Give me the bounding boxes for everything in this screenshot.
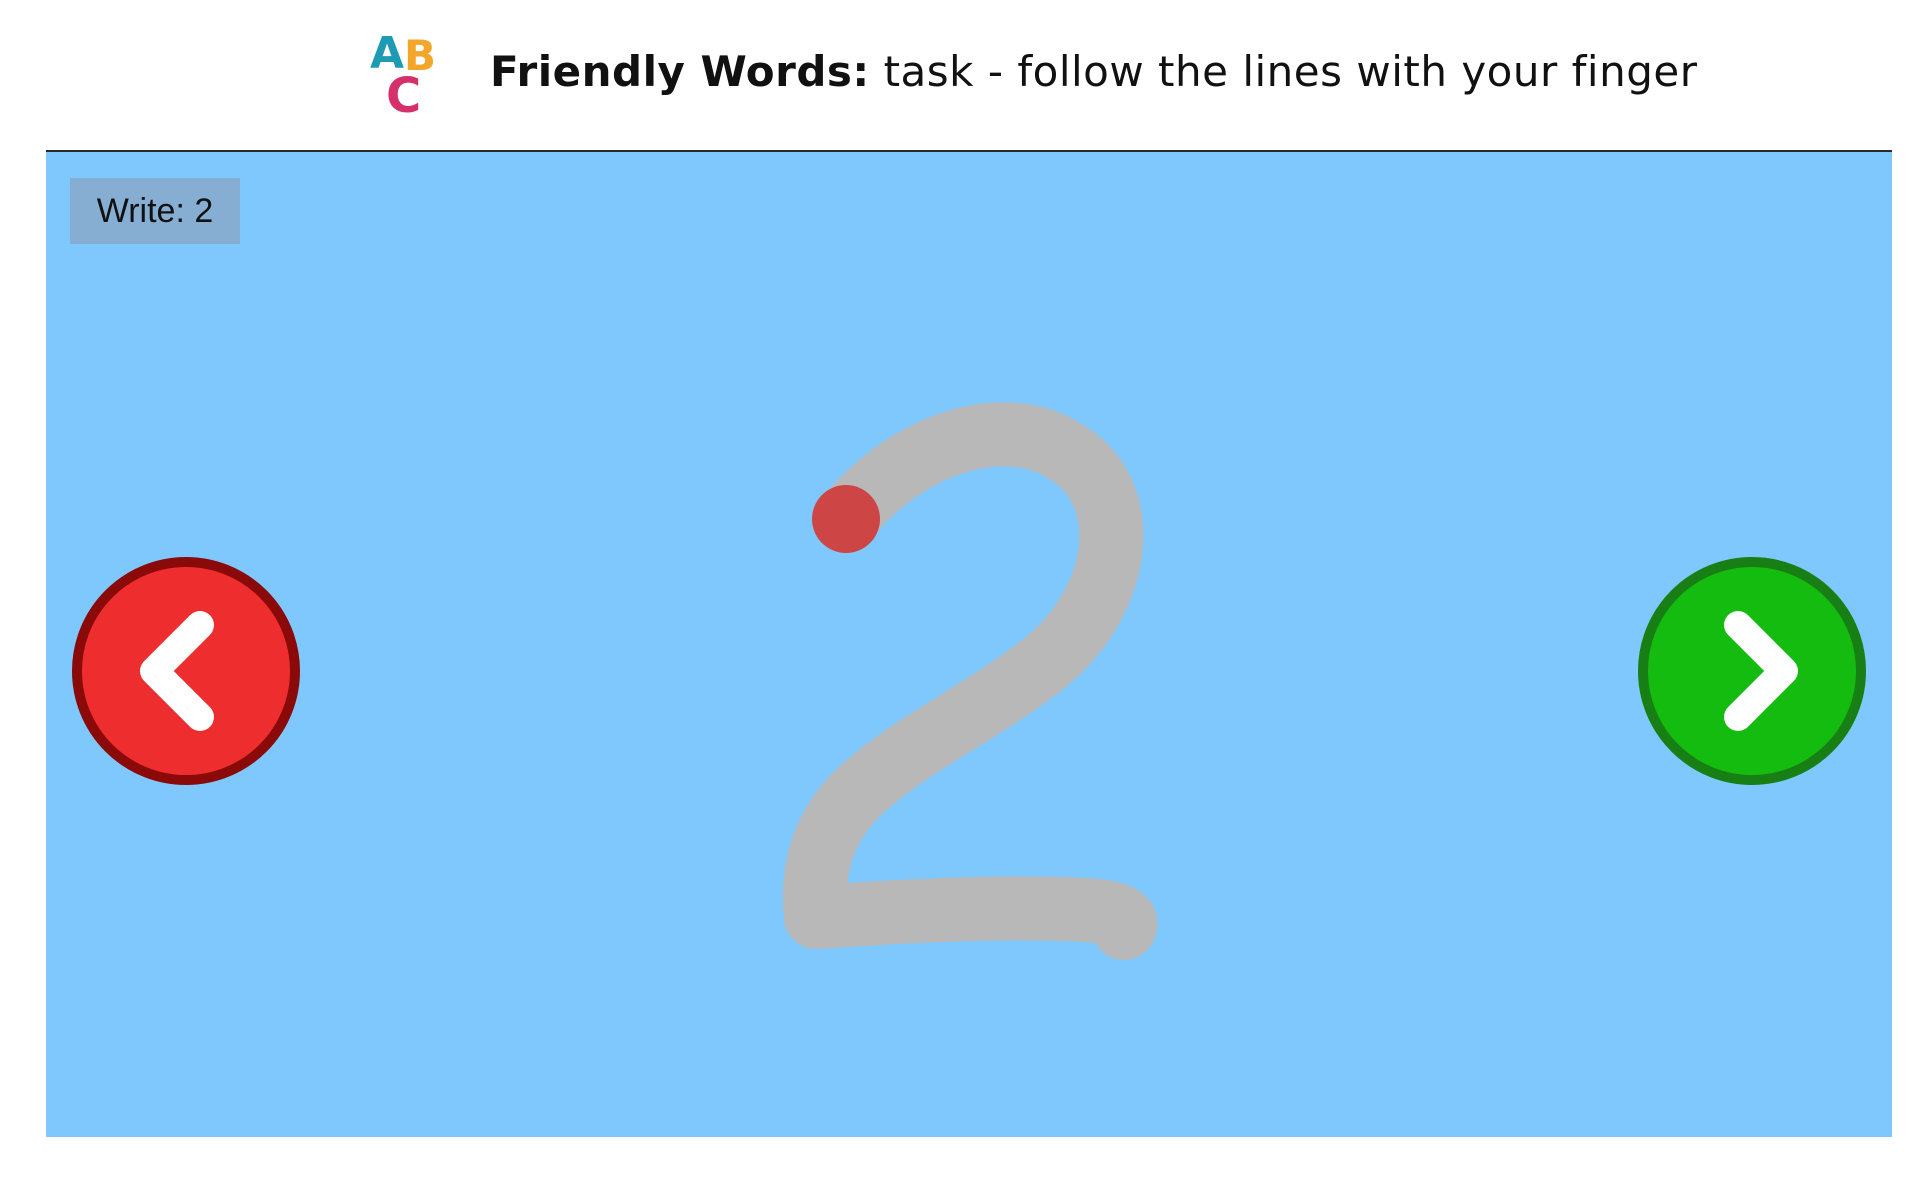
next-button[interactable] <box>1638 557 1866 785</box>
chevron-left-icon <box>140 611 214 731</box>
trace-start-dot[interactable] <box>812 485 880 553</box>
page-title: Friendly Words: task - follow the lines … <box>490 46 1697 98</box>
previous-button[interactable] <box>72 557 300 785</box>
app-name: Friendly Words: <box>490 47 870 96</box>
tracing-canvas[interactable] <box>46 152 1892 1137</box>
tracing-stage[interactable]: Write: 2 <box>46 150 1892 1137</box>
logo-letter-c: C <box>386 68 421 118</box>
abc-logo: A B C <box>370 28 436 118</box>
app-header: A B C Friendly Words: task - follow the … <box>0 0 1932 150</box>
task-instruction: task - follow the lines with your finger <box>883 47 1698 96</box>
chevron-right-icon <box>1724 611 1798 731</box>
